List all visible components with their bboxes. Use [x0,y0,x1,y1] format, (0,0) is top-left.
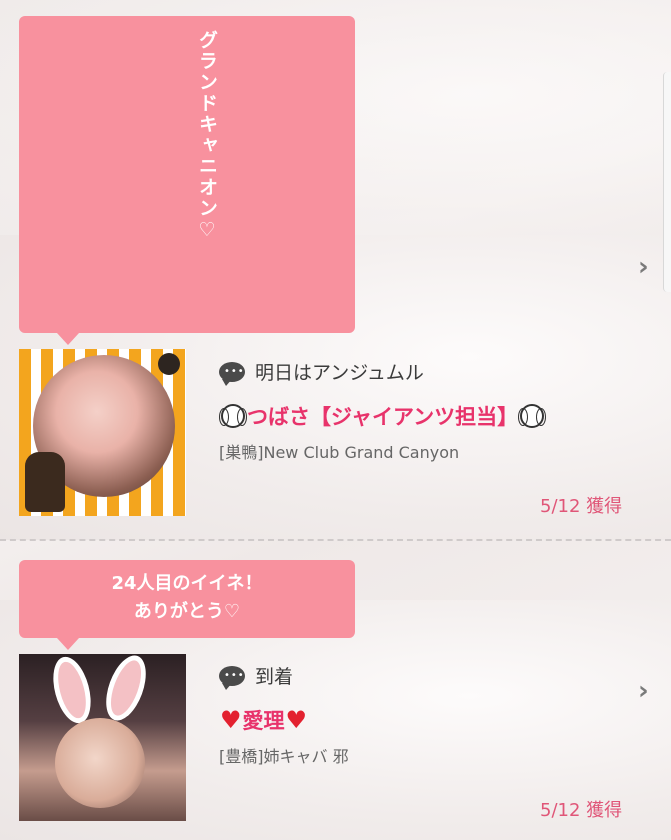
heart-icon: ♥ [285,706,308,734]
avatar[interactable] [19,349,186,516]
baseball-icon [518,404,547,428]
user-name-line[interactable]: つばさ【ジャイアンツ担当】 [219,401,547,431]
bubble-text: グランドキャニオン♡ [196,30,218,243]
team-logo [158,353,180,375]
date-label: 5/12 獲得 [540,496,623,517]
message-text: 到着 [255,666,294,688]
bunny-ear [98,654,154,726]
user-name: 愛理 [242,709,285,733]
user-name-line[interactable]: ♥ 愛理 ♥ [219,705,308,735]
scroll-handle[interactable] [663,72,671,292]
message-text: 明日はアンジュムル [255,362,424,384]
message-line: ••• 明日はアンジュムル [219,358,424,386]
chat-bubble-icon: ••• [219,361,245,386]
bunny-ear [46,654,98,728]
comment-bubble: グランドキャニオン♡ [19,16,355,345]
chevron-right-icon[interactable]: › [638,676,649,706]
store-name: [巣鴨]New Club Grand Canyon [219,443,460,462]
heart-icon: ♥ [220,706,242,734]
divider [0,539,671,541]
avatar-photo [55,718,145,808]
chat-bubble-icon: ••• [219,665,245,690]
message-line: ••• 到着 [219,662,294,690]
avatar[interactable] [19,654,186,821]
comment-bubble: 24人目のイイネ！ ありがとう♡ [19,560,355,650]
baseball-icon [219,404,247,428]
mascot-figure [25,452,65,512]
user-name: つばさ【ジャイアンツ担当】 [247,405,519,429]
bubble-text-line1: 24人目のイイネ！ [111,573,263,594]
chevron-right-icon[interactable]: › [638,252,649,282]
date-label: 5/12 獲得 [540,800,623,821]
store-name: [豊橋]姉キャバ 邪 [219,747,349,766]
bubble-text-line2: ありがとう♡ [133,601,241,622]
